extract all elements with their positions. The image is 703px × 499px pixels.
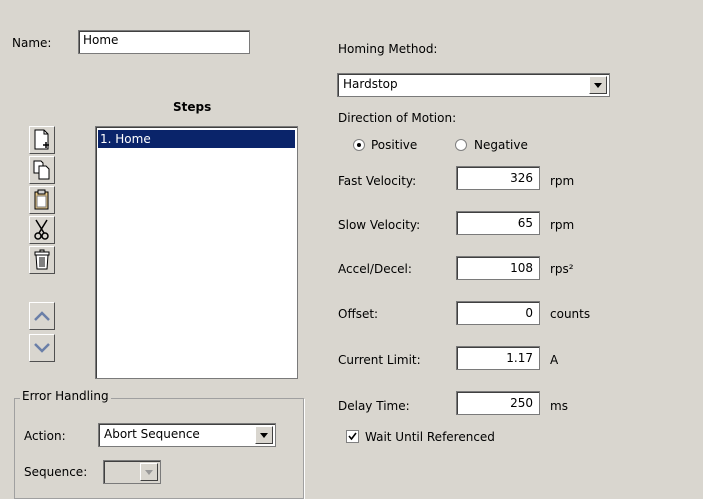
- negative-radio[interactable]: [455, 139, 467, 151]
- fast-velocity-input[interactable]: 326: [456, 166, 540, 190]
- sequence-label: Sequence:: [24, 465, 88, 479]
- delay-time-label: Delay Time:: [338, 399, 410, 413]
- homing-method-label: Homing Method:: [338, 42, 438, 56]
- radio-dot-icon: [357, 143, 361, 147]
- steps-list[interactable]: 1. Home: [95, 126, 298, 379]
- slow-velocity-input[interactable]: 65: [456, 211, 540, 235]
- accel-decel-input[interactable]: 108: [456, 256, 540, 280]
- chevron-down-icon: [260, 433, 268, 438]
- fast-velocity-unit: rpm: [550, 174, 575, 188]
- accel-decel-label: Accel/Decel:: [338, 262, 412, 276]
- homing-method-value: Hardstop: [343, 77, 398, 91]
- error-handling-title: Error Handling: [20, 389, 111, 403]
- list-item[interactable]: 1. Home: [98, 130, 295, 148]
- current-limit-input[interactable]: 1.17: [456, 346, 540, 370]
- scissors-icon: [34, 219, 49, 240]
- direction-label: Direction of Motion:: [338, 111, 457, 125]
- checkmark-icon: [348, 432, 357, 441]
- wait-until-referenced-checkbox[interactable]: [346, 430, 359, 443]
- slow-velocity-label: Slow Velocity:: [338, 218, 421, 232]
- steps-title: Steps: [173, 100, 212, 114]
- positive-radio-label: Positive: [371, 138, 418, 152]
- fast-velocity-label: Fast Velocity:: [338, 174, 417, 188]
- accel-decel-unit: rps²: [550, 262, 574, 276]
- offset-unit: counts: [550, 307, 591, 321]
- sequence-select[interactable]: [103, 460, 161, 484]
- move-up-button[interactable]: [29, 302, 55, 330]
- name-input-value: Home: [83, 33, 119, 47]
- delay-time-input[interactable]: 250: [456, 391, 540, 415]
- current-limit-unit: A: [550, 353, 559, 367]
- wait-until-referenced-label: Wait Until Referenced: [365, 430, 495, 444]
- name-label: Name:: [12, 36, 52, 50]
- negative-radio-label: Negative: [474, 138, 528, 152]
- delay-time-unit: ms: [550, 399, 568, 413]
- new-document-icon: [34, 129, 49, 150]
- copy-step-button[interactable]: [29, 156, 55, 184]
- sequence-dropdown-button[interactable]: [140, 463, 158, 481]
- action-select[interactable]: Abort Sequence: [98, 423, 276, 447]
- cut-step-button[interactable]: [29, 216, 55, 244]
- paste-step-button[interactable]: [29, 186, 55, 214]
- trash-icon: [34, 249, 50, 270]
- offset-label: Offset:: [338, 307, 379, 321]
- new-step-button[interactable]: [29, 126, 55, 154]
- action-dropdown-button[interactable]: [255, 426, 273, 444]
- action-select-value: Abort Sequence: [104, 427, 200, 441]
- chevron-down-icon: [34, 343, 50, 353]
- current-limit-label: Current Limit:: [338, 353, 421, 367]
- clipboard-icon: [34, 189, 49, 210]
- chevron-up-icon: [34, 311, 50, 321]
- homing-method-select[interactable]: Hardstop: [337, 73, 610, 97]
- offset-input[interactable]: 0: [456, 301, 540, 325]
- chevron-down-icon: [594, 83, 602, 88]
- chevron-down-icon: [145, 470, 153, 475]
- move-down-button[interactable]: [29, 334, 55, 362]
- slow-velocity-unit: rpm: [550, 218, 575, 232]
- copy-icon: [33, 160, 50, 180]
- homing-method-dropdown-button[interactable]: [589, 76, 607, 94]
- name-input[interactable]: Home: [78, 30, 250, 54]
- delete-step-button[interactable]: [29, 246, 55, 274]
- positive-radio[interactable]: [353, 139, 365, 151]
- action-label: Action:: [24, 429, 66, 443]
